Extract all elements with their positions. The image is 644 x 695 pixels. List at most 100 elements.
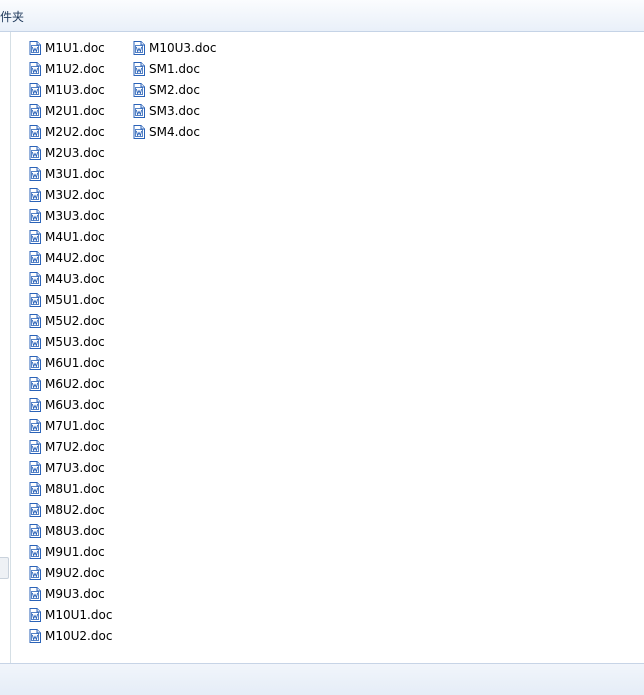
file-name: SM4.doc	[149, 124, 200, 139]
file-name: M7U1.doc	[45, 418, 105, 433]
file-name: M6U3.doc	[45, 397, 105, 412]
word-document-icon	[29, 565, 41, 580]
file-item[interactable]: M3U3.doc	[29, 205, 112, 226]
file-name: M5U3.doc	[45, 334, 105, 349]
word-document-icon	[29, 397, 41, 412]
word-document-icon	[133, 124, 145, 139]
file-item[interactable]: M5U2.doc	[29, 310, 112, 331]
file-item[interactable]: M1U1.doc	[29, 37, 112, 58]
word-document-icon	[29, 313, 41, 328]
file-name: M1U1.doc	[45, 40, 105, 55]
file-name: M2U3.doc	[45, 145, 105, 160]
file-item[interactable]: SM2.doc	[133, 79, 216, 100]
file-name: M4U3.doc	[45, 271, 105, 286]
file-name: M6U1.doc	[45, 355, 105, 370]
word-document-icon	[29, 586, 41, 601]
file-column-2: M10U3.doc SM1.doc SM2.doc SM3.doc SM4.doc	[133, 37, 216, 142]
file-name: M6U2.doc	[45, 376, 105, 391]
file-name: M3U1.doc	[45, 166, 105, 181]
word-document-icon	[133, 82, 145, 97]
file-name: M10U3.doc	[149, 40, 217, 55]
toolbar-label[interactable]: 件夹	[0, 8, 24, 25]
file-item[interactable]: M1U3.doc	[29, 79, 112, 100]
file-name: M2U1.doc	[45, 103, 105, 118]
file-name: M4U2.doc	[45, 250, 105, 265]
word-document-icon	[29, 460, 41, 475]
word-document-icon	[29, 292, 41, 307]
file-item[interactable]: M7U3.doc	[29, 457, 112, 478]
file-item[interactable]: M7U1.doc	[29, 415, 112, 436]
file-name: M7U3.doc	[45, 460, 105, 475]
word-document-icon	[133, 103, 145, 118]
file-item[interactable]: SM4.doc	[133, 121, 216, 142]
file-name: M5U1.doc	[45, 292, 105, 307]
word-document-icon	[29, 544, 41, 559]
explorer-toolbar: 件夹	[0, 0, 644, 32]
file-item[interactable]: M7U2.doc	[29, 436, 112, 457]
word-document-icon	[29, 166, 41, 181]
file-item[interactable]: M10U3.doc	[133, 37, 216, 58]
word-document-icon	[29, 502, 41, 517]
file-item[interactable]: M5U1.doc	[29, 289, 112, 310]
file-name: M9U3.doc	[45, 586, 105, 601]
word-document-icon	[29, 40, 41, 55]
file-name: M1U2.doc	[45, 61, 105, 76]
word-document-icon	[29, 103, 41, 118]
file-item[interactable]: M8U3.doc	[29, 520, 112, 541]
word-document-icon	[29, 523, 41, 538]
file-item[interactable]: M4U1.doc	[29, 226, 112, 247]
file-name: M5U2.doc	[45, 313, 105, 328]
word-document-icon	[29, 355, 41, 370]
file-name: M9U1.doc	[45, 544, 105, 559]
file-item[interactable]: M8U2.doc	[29, 499, 112, 520]
file-name: SM2.doc	[149, 82, 200, 97]
file-item[interactable]: M6U2.doc	[29, 373, 112, 394]
word-document-icon	[29, 481, 41, 496]
file-item[interactable]: M9U2.doc	[29, 562, 112, 583]
file-item[interactable]: M3U1.doc	[29, 163, 112, 184]
navigation-pane[interactable]	[0, 32, 11, 663]
file-item[interactable]: SM3.doc	[133, 100, 216, 121]
file-name: M8U3.doc	[45, 523, 105, 538]
file-item[interactable]: M2U1.doc	[29, 100, 112, 121]
file-name: M8U2.doc	[45, 502, 105, 517]
word-document-icon	[29, 607, 41, 622]
file-item[interactable]: M10U2.doc	[29, 625, 112, 646]
file-item[interactable]: M4U3.doc	[29, 268, 112, 289]
word-document-icon	[133, 61, 145, 76]
file-name: SM1.doc	[149, 61, 200, 76]
file-item[interactable]: M5U3.doc	[29, 331, 112, 352]
file-item[interactable]: M6U3.doc	[29, 394, 112, 415]
nav-pane-scroll-handle[interactable]	[0, 557, 9, 579]
word-document-icon	[29, 82, 41, 97]
file-item[interactable]: M6U1.doc	[29, 352, 112, 373]
file-column-1: M1U1.doc M1U2.doc M1U3.doc M2U1.doc M2U2.doc…	[29, 37, 112, 646]
file-name: M3U2.doc	[45, 187, 105, 202]
file-item[interactable]: M4U2.doc	[29, 247, 112, 268]
file-name: M10U1.doc	[45, 607, 113, 622]
status-bar	[0, 663, 644, 695]
word-document-icon	[29, 418, 41, 433]
file-name: M8U1.doc	[45, 481, 105, 496]
file-item[interactable]: M2U3.doc	[29, 142, 112, 163]
word-document-icon	[29, 124, 41, 139]
file-item[interactable]: M3U2.doc	[29, 184, 112, 205]
file-list-view[interactable]: M1U1.doc M1U2.doc M1U3.doc M2U1.doc M2U2.doc…	[11, 32, 644, 663]
word-document-icon	[29, 229, 41, 244]
file-item[interactable]: M9U1.doc	[29, 541, 112, 562]
word-document-icon	[29, 61, 41, 76]
file-name: M2U2.doc	[45, 124, 105, 139]
file-item[interactable]: M1U2.doc	[29, 58, 112, 79]
file-item[interactable]: M9U3.doc	[29, 583, 112, 604]
word-document-icon	[29, 145, 41, 160]
file-item[interactable]: M2U2.doc	[29, 121, 112, 142]
file-name: M9U2.doc	[45, 565, 105, 580]
file-item[interactable]: M10U1.doc	[29, 604, 112, 625]
file-name: M3U3.doc	[45, 208, 105, 223]
file-item[interactable]: SM1.doc	[133, 58, 216, 79]
word-document-icon	[133, 40, 145, 55]
file-item[interactable]: M8U1.doc	[29, 478, 112, 499]
word-document-icon	[29, 334, 41, 349]
word-document-icon	[29, 439, 41, 454]
file-name: SM3.doc	[149, 103, 200, 118]
